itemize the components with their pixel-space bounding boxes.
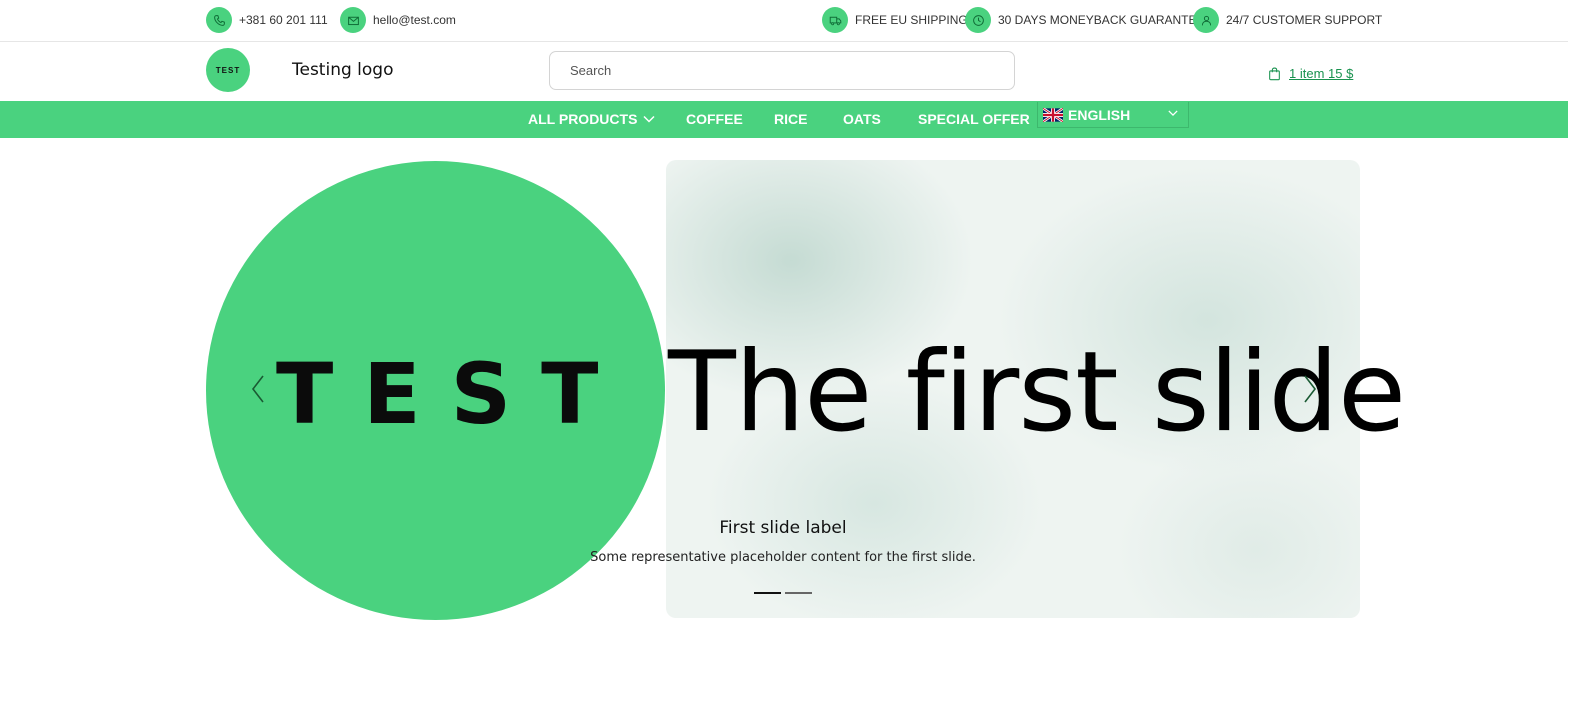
carousel-next-button[interactable] <box>1300 372 1320 408</box>
logo-mark[interactable]: TEST <box>206 48 250 92</box>
email-address: hello@test.com <box>373 13 456 27</box>
phone-contact[interactable]: +381 60 201 111 <box>206 7 328 33</box>
chevron-right-icon <box>1304 375 1317 403</box>
shopping-bag-icon <box>1269 67 1280 80</box>
language-selector[interactable]: ENGLISH <box>1037 102 1189 128</box>
carousel-indicator-2[interactable] <box>785 592 812 594</box>
carousel-prev-button[interactable] <box>248 372 268 408</box>
carousel-indicator-1[interactable] <box>754 592 781 594</box>
nav-oats[interactable]: OATS <box>843 111 881 127</box>
slide-caption-title: First slide label <box>719 518 847 538</box>
nav-all-products-label: ALL PRODUCTS <box>528 111 638 127</box>
phone-number: +381 60 201 111 <box>239 13 328 27</box>
shipping-info: FREE EU SHIPPING <box>822 7 968 33</box>
language-label: ENGLISH <box>1068 106 1131 123</box>
truck-icon <box>822 7 848 33</box>
chevron-left-icon <box>251 375 264 403</box>
nav-rice[interactable]: RICE <box>774 111 807 127</box>
search-input[interactable] <box>549 51 1015 90</box>
nav-special-offer[interactable]: SPECIAL OFFER <box>918 111 1030 127</box>
guarantee-info: 30 DAYS MONEYBACK GUARANTEE <box>965 7 1205 33</box>
clock-icon <box>965 7 991 33</box>
user-icon <box>1193 7 1219 33</box>
nav-coffee[interactable]: COFFEE <box>686 111 743 127</box>
guarantee-text: 30 DAYS MONEYBACK GUARANTEE <box>998 13 1205 27</box>
brand-logo-word: TEST <box>276 345 629 443</box>
cart-label: 1 item 15 $ <box>1289 66 1354 81</box>
logo-text[interactable]: Testing logo <box>292 60 394 80</box>
support-text: 24/7 CUSTOMER SUPPORT <box>1226 13 1383 27</box>
cart-link[interactable]: 1 item 15 $ <box>1268 66 1353 81</box>
mail-icon <box>340 7 366 33</box>
chevron-down-icon <box>643 115 655 123</box>
uk-flag-icon <box>1043 107 1063 122</box>
email-contact[interactable]: hello@test.com <box>340 7 456 33</box>
phone-icon <box>206 7 232 33</box>
slide-caption-text: Some representative placeholder content … <box>590 550 976 565</box>
slide-heading-text: The first slide <box>668 328 1406 457</box>
chevron-down-icon <box>1168 110 1178 116</box>
nav-all-products[interactable]: ALL PRODUCTS <box>528 111 655 127</box>
logo-mark-text: TEST <box>215 65 241 75</box>
shipping-text: FREE EU SHIPPING <box>855 13 968 27</box>
support-info: 24/7 CUSTOMER SUPPORT <box>1193 7 1382 33</box>
